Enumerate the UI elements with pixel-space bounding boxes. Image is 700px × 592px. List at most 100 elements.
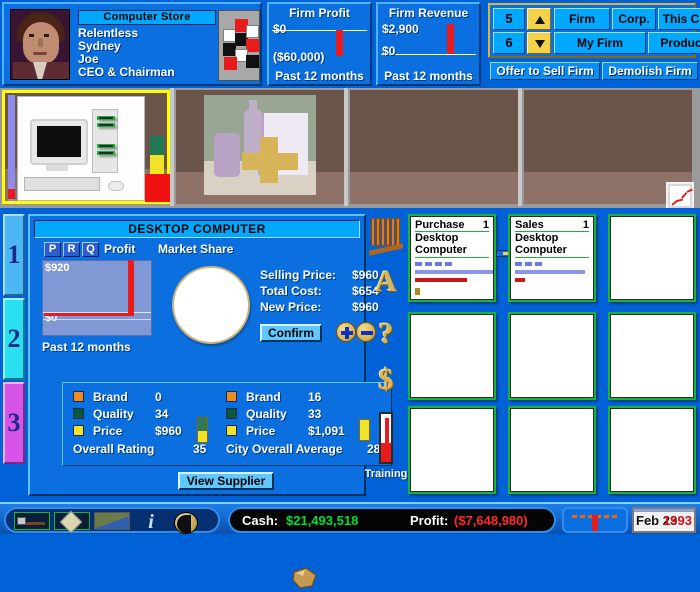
new-price-label: New Price: (260, 300, 322, 314)
rising-graph-icon[interactable] (666, 182, 694, 210)
slot-empty-6[interactable] (508, 406, 596, 494)
triangle-up-icon[interactable] (527, 8, 551, 30)
slot-empty-7[interactable] (608, 406, 696, 494)
retail-billboard (204, 95, 316, 195)
world-map-icon[interactable] (94, 512, 130, 530)
slot-1-bar-blue (515, 270, 585, 274)
level-up-value: 5 (493, 8, 525, 30)
slot-empty-4[interactable] (608, 312, 696, 400)
slot-1-title: Sales (515, 219, 544, 231)
view-controls-cluster: 5 Firm Corp. This City 6 My Firm Product (488, 3, 700, 58)
slot-0-header: Purchase 1 (415, 219, 489, 232)
money-readout-pod: Cash: $21,493,518 Profit: ($7,648,980) (228, 507, 556, 533)
cubes-logo (218, 10, 260, 81)
controls-row-top: 5 Firm Corp. This City (493, 8, 700, 30)
quantity-view-button[interactable]: Q (82, 242, 99, 257)
view-supplier-button[interactable]: View Supplier (178, 472, 274, 490)
firm-profit-chart: $0 ($60,000) (272, 22, 367, 66)
back-arrow-icon[interactable] (174, 512, 198, 534)
store-name-title[interactable]: Computer Store (78, 10, 216, 25)
plus-circle-icon[interactable] (336, 322, 356, 342)
build-hammer-icon[interactable] (14, 512, 50, 530)
triangle-down-icon[interactable] (527, 32, 551, 54)
my-firm-button[interactable]: My Firm (554, 32, 646, 54)
my-quality-value: 34 (155, 407, 169, 421)
company-info-panel: Computer Store Relentless Sydney Joe CEO… (2, 2, 262, 86)
this-city-button[interactable]: This City (658, 8, 700, 30)
year-value: 1993 (663, 513, 692, 528)
lot-computer-store[interactable] (2, 90, 173, 204)
corp-button[interactable]: Corp. (612, 8, 656, 30)
company-line-4: CEO & Chairman (78, 65, 175, 79)
revenue-view-button[interactable]: R (63, 242, 80, 257)
confirm-button[interactable]: Confirm (260, 324, 322, 342)
slot-empty-2[interactable] (408, 312, 496, 400)
lot-retail-billboard[interactable] (176, 90, 344, 204)
dollar-sign-icon[interactable]: $ (368, 364, 404, 396)
demolish-firm-button[interactable]: Demolish Firm (602, 62, 698, 80)
quality-swatch-mine (73, 408, 84, 419)
price-gauge-icon[interactable] (562, 507, 628, 533)
slot-sales[interactable]: Sales 1 Desktop Computer (508, 214, 596, 302)
profit-view-button[interactable]: P (44, 242, 61, 257)
slot-1-bar-dash (515, 262, 543, 266)
question-mark-icon[interactable]: ? (368, 318, 404, 350)
books-icon[interactable] (368, 217, 404, 256)
slot-1-line1: Desktop (515, 232, 559, 244)
slot-0-bar-red (415, 278, 467, 282)
city-average-label: City Overall Average (226, 442, 343, 456)
firm-revenue-top-label: $2,900 (382, 22, 419, 36)
slot-1-bar-red (515, 278, 525, 282)
offer-to-sell-firm-button[interactable]: Offer to Sell Firm (490, 62, 600, 80)
product-profit-chart[interactable]: $920 $0 (42, 260, 152, 336)
slot-0-line2: Computer (415, 244, 489, 258)
slot-empty-1[interactable] (608, 214, 696, 302)
selling-price-label: Selling Price: (260, 268, 337, 282)
firm-revenue-panel[interactable]: Firm Revenue $2,900 $0 Past 12 months (376, 2, 481, 86)
price-swatch-city (226, 425, 237, 436)
cash-value: $21,493,518 (286, 513, 359, 528)
profit-label: Profit (104, 242, 136, 256)
my-rating-bar (197, 417, 208, 443)
overall-rating-value: 35 (193, 442, 207, 456)
training-label: Training (364, 468, 408, 480)
firm-button[interactable]: Firm (554, 8, 610, 30)
slot-0-line1: Desktop (415, 232, 459, 244)
total-cost-label: Total Cost: (260, 284, 322, 298)
slot-1-count: 1 (582, 219, 589, 231)
my-price-label: Price (93, 424, 123, 438)
firm-revenue-chart: $2,900 $0 (381, 22, 476, 66)
level-down-value: 6 (493, 32, 525, 54)
slot-0-bar-blue (415, 270, 493, 274)
market-share-label: Market Share (158, 242, 234, 256)
sidebar-tab-3[interactable]: 3 (3, 382, 25, 464)
my-brand-label: Brand (93, 390, 128, 404)
game-window: Computer Store Relentless Sydney Joe CEO… (0, 0, 700, 589)
profit-label: Profit: (410, 513, 449, 528)
zone-map-icon[interactable] (54, 510, 90, 534)
my-price-value: $960 (155, 424, 182, 438)
training-thermometer-icon[interactable]: Training (365, 412, 407, 480)
product-detail-panel: DESKTOP COMPUTER P R Q Profit Market Sha… (28, 214, 392, 496)
my-brand-value: 0 (155, 390, 162, 404)
market-share-pie[interactable] (172, 266, 250, 344)
brand-swatch-city (226, 391, 237, 402)
tool-icon-column: A ? $ Training (365, 214, 407, 496)
product-button[interactable]: Product (648, 32, 700, 54)
firm-profit-top-label: $0 (273, 22, 287, 36)
sidebar-tab-1[interactable]: 1 (3, 214, 25, 296)
city-brand-label: Brand (246, 390, 281, 404)
slot-empty-5[interactable] (408, 406, 496, 494)
city-brand-value: 16 (308, 390, 322, 404)
lot-empty-1[interactable] (350, 90, 518, 204)
letter-a-icon[interactable]: A (368, 266, 404, 298)
slot-purchase[interactable]: Purchase 1 Desktop Computer (408, 214, 496, 302)
sidebar-tab-2[interactable]: 2 (3, 298, 25, 380)
info-icon[interactable]: i (136, 511, 166, 533)
profit-chart-footer: Past 12 months (42, 340, 131, 354)
firm-profit-panel[interactable]: Firm Profit $0 ($60,000) Past 12 months (267, 2, 372, 86)
firm-profit-title: Firm Profit (289, 6, 350, 20)
slot-empty-3[interactable] (508, 312, 596, 400)
slot-0-title: Purchase (415, 219, 465, 231)
business-slot-grid: Purchase 1 Desktop Computer Sales 1 Desk… (408, 214, 696, 496)
